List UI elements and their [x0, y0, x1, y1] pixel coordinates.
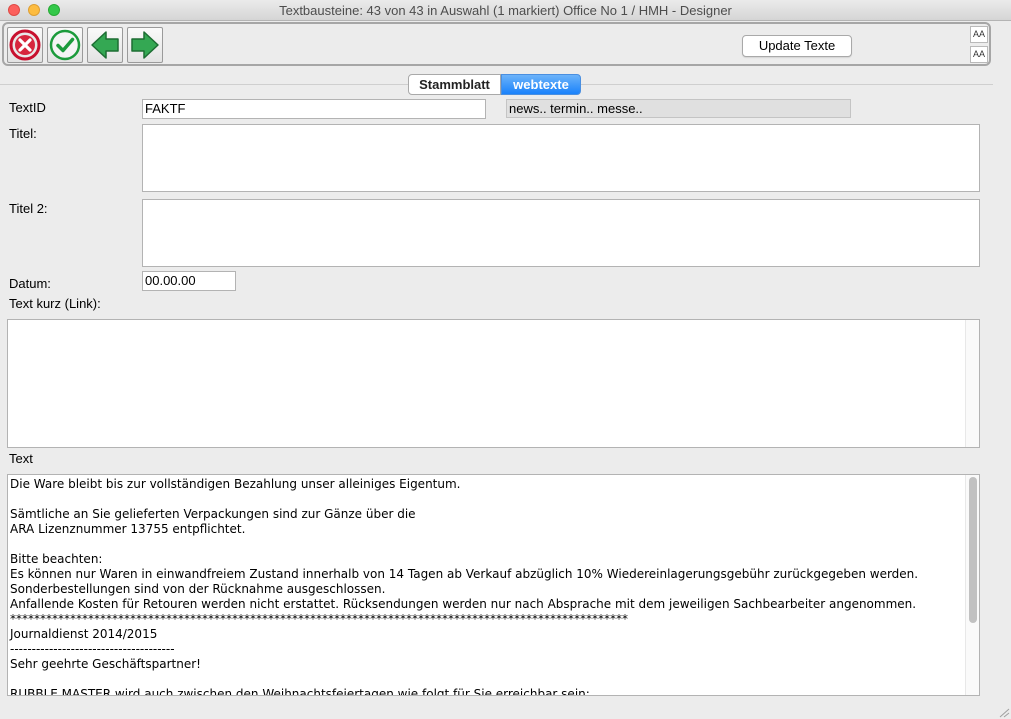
titel2-field[interactable]	[142, 199, 980, 267]
textkurz-scrollbar[interactable]	[965, 320, 979, 447]
textkurz-label: Text kurz (Link):	[9, 296, 101, 311]
next-record-button[interactable]	[127, 27, 163, 63]
titel2-label: Titel 2:	[9, 201, 48, 216]
toolbar: Update Texte	[2, 22, 991, 66]
window-zoom-button[interactable]	[48, 4, 60, 16]
category-field[interactable]: news.. termin.. messe..	[506, 99, 851, 118]
tab-bar: Stammblatt webtexte	[408, 74, 581, 95]
window-title: Textbausteine: 43 von 43 in Auswahl (1 m…	[279, 3, 732, 18]
window-minimize-button[interactable]	[28, 4, 40, 16]
window-close-button[interactable]	[8, 4, 20, 16]
datum-label: Datum:	[9, 276, 51, 291]
text-scrollbar[interactable]	[965, 475, 979, 695]
font-decrease-icon: AA	[972, 49, 985, 59]
check-circle-icon	[49, 29, 81, 61]
tab-webtexte[interactable]: webtexte	[501, 74, 581, 95]
resize-grip-icon[interactable]	[998, 708, 1010, 718]
textid-label: TextID	[9, 100, 46, 115]
textid-field[interactable]: FAKTF	[142, 99, 486, 119]
title-bar: Textbausteine: 43 von 43 in Auswahl (1 m…	[0, 0, 1011, 21]
previous-record-button[interactable]	[87, 27, 123, 63]
titel-field[interactable]	[142, 124, 980, 192]
text-label: Text	[9, 451, 33, 466]
font-size-decrease-button[interactable]: AA	[970, 46, 988, 63]
textkurz-field[interactable]	[7, 319, 980, 448]
font-size-increase-button[interactable]: AA	[970, 26, 988, 43]
cancel-circle-icon	[9, 29, 41, 61]
ok-button[interactable]	[47, 27, 83, 63]
titel-label: Titel:	[9, 126, 37, 141]
datum-field[interactable]: 00.00.00	[142, 271, 236, 291]
tab-stammblatt[interactable]: Stammblatt	[408, 74, 501, 95]
font-increase-icon: AA	[972, 29, 985, 39]
arrow-left-icon	[91, 31, 119, 59]
cancel-button[interactable]	[7, 27, 43, 63]
arrow-right-icon	[131, 31, 159, 59]
text-content: Die Ware bleibt bis zur vollständigen Be…	[10, 477, 919, 696]
text-field[interactable]: Die Ware bleibt bis zur vollständigen Be…	[7, 474, 980, 696]
text-scrollbar-thumb[interactable]	[969, 477, 977, 623]
update-texte-button[interactable]: Update Texte	[742, 35, 852, 57]
